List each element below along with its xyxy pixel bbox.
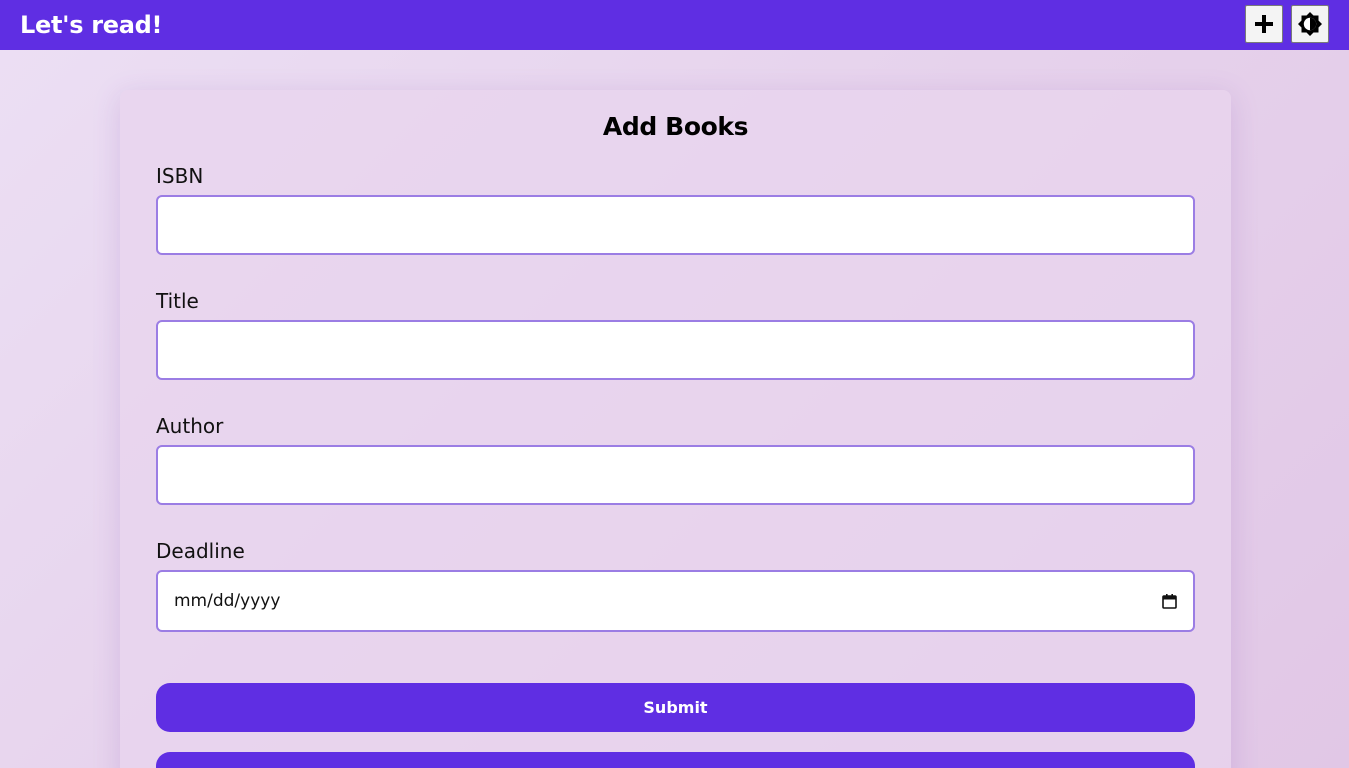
form-title: Add Books: [602, 112, 749, 141]
submit-button[interactable]: Submit: [156, 683, 1195, 732]
brightness-icon: [1298, 12, 1322, 36]
author-input[interactable]: [156, 445, 1195, 505]
top-navbar: Let's read!: [0, 0, 1349, 50]
calendar-icon[interactable]: [1162, 593, 1177, 609]
author-label: Author: [156, 414, 224, 438]
plus-icon: [1255, 15, 1273, 33]
title-label: Title: [156, 289, 199, 313]
theme-toggle-button[interactable]: [1291, 5, 1329, 43]
secondary-action-button[interactable]: [156, 752, 1195, 768]
isbn-input[interactable]: [156, 195, 1195, 255]
app-title: Let's read!: [20, 11, 163, 39]
add-book-button[interactable]: [1245, 5, 1283, 43]
deadline-label: Deadline: [156, 539, 245, 563]
date-placeholder: mm/dd/yyyy: [174, 591, 281, 611]
title-input[interactable]: [156, 320, 1195, 380]
deadline-date-input[interactable]: mm/dd/yyyy: [156, 570, 1195, 632]
isbn-label: ISBN: [156, 164, 204, 188]
add-book-form-card: Add Books ISBN Title Author Deadline mm/…: [120, 90, 1231, 768]
